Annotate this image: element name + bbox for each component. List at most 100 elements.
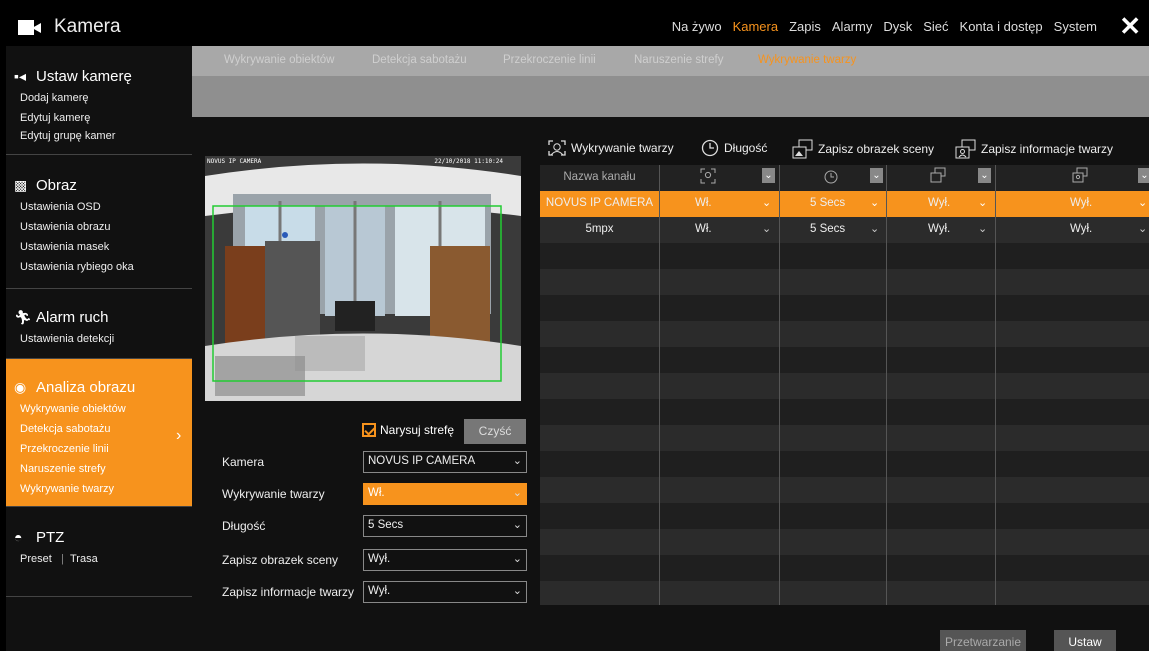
nav-network[interactable]: Sieć — [923, 19, 948, 34]
chevron-down-icon[interactable]: ⌄ — [978, 222, 987, 235]
sidebar-item-detection-settings[interactable]: Ustawienia detekcji — [20, 333, 114, 345]
camera-scene-image — [205, 156, 521, 401]
chevron-down-icon[interactable]: ⌄ — [762, 196, 771, 209]
scene-header-dropdown[interactable]: ⌄ — [978, 168, 991, 183]
chevron-down-icon[interactable]: ⌄ — [1138, 196, 1147, 209]
save-face-label: Zapisz informacje twarzy — [222, 585, 355, 599]
sidebar-item-zone-intrusion[interactable]: Naruszenie strefy — [20, 463, 106, 475]
tab-line-crossing[interactable]: Przekroczenie linii — [503, 54, 596, 66]
sidebar-item-tour[interactable]: Trasa — [70, 553, 98, 565]
empty-row — [540, 555, 1149, 581]
nav-record[interactable]: Zapis — [789, 19, 821, 34]
app-title: Kamera — [54, 16, 121, 37]
clear-button[interactable]: Czyść — [464, 419, 526, 444]
cell-channel: 5mpx — [585, 223, 614, 235]
image-icon: ▩ — [14, 177, 28, 193]
tab-face-detection[interactable]: Wykrywanie twarzy — [758, 54, 856, 66]
sidebar-item-tamper[interactable]: Detekcja sabotażu — [20, 423, 111, 435]
timer-icon — [701, 139, 719, 157]
duration-select[interactable]: 5 Secs ⌄ — [363, 515, 527, 537]
face-detection-table: Nazwa kanału ⌄ ⌄ ⌄ ⌄ NOVUS IP CAMERA Wł.… — [540, 165, 1149, 605]
legend-face: Wykrywanie twarzy — [547, 139, 674, 157]
sidebar-group-title: PTZ — [36, 529, 65, 546]
sub-toolbar — [192, 76, 1149, 117]
sidebar-item-face-detection[interactable]: Wykrywanie twarzy — [20, 483, 114, 495]
column-legend: Wykrywanie twarzy Długość Zapisz obrazek… — [547, 139, 1147, 163]
sidebar-item-edit-camera[interactable]: Edytuj kamerę — [20, 112, 90, 124]
nav-live[interactable]: Na żywo — [672, 19, 722, 34]
duration-header-dropdown[interactable]: ⌄ — [870, 168, 883, 183]
empty-row — [540, 373, 1149, 399]
face-header-dropdown[interactable]: ⌄ — [762, 168, 775, 183]
chevron-down-icon[interactable]: ⌄ — [870, 196, 879, 209]
chevron-down-icon[interactable]: ⌄ — [1138, 222, 1147, 235]
tab-zone-intrusion[interactable]: Naruszenie strefy — [634, 54, 723, 66]
close-icon[interactable]: ✕ — [1119, 13, 1141, 39]
chevron-down-icon: ⌄ — [512, 585, 522, 597]
face-detection-row: Wykrywanie twarzy Wł. ⌄ — [222, 483, 527, 505]
sidebar-item-osd[interactable]: Ustawienia OSD — [20, 201, 101, 213]
sidebar-item-preset[interactable]: Preset — [20, 553, 52, 565]
sidebar-item-image-settings[interactable]: Ustawienia obrazu — [20, 221, 111, 233]
process-button[interactable]: Przetwarzanie — [940, 630, 1026, 651]
table-row[interactable]: NOVUS IP CAMERA Wł. ⌄ 5 Secs ⌄ Wył. ⌄ Wy… — [540, 191, 1149, 217]
nav-accounts[interactable]: Konta i dostęp — [960, 19, 1043, 34]
sidebar-item-line-crossing[interactable]: Przekroczenie linii — [20, 443, 109, 455]
apply-button[interactable]: Ustaw — [1054, 630, 1116, 651]
cell-scene[interactable]: Wył. — [928, 223, 950, 235]
cell-face[interactable]: Wł. — [695, 223, 712, 235]
save-face-select[interactable]: Wył. ⌄ — [363, 581, 527, 603]
chevron-down-icon[interactable]: ⌄ — [762, 222, 771, 235]
save-face-icon — [955, 139, 976, 159]
sidebar-group-image: ▩ Obraz Ustawienia OSD Ustawienia obrazu … — [6, 155, 192, 289]
faceinfo-header-dropdown[interactable]: ⌄ — [1138, 168, 1149, 183]
nav-disk[interactable]: Dysk — [883, 19, 912, 34]
table-row[interactable]: 5mpx Wł. ⌄ 5 Secs ⌄ Wył. ⌄ Wył. ⌄ — [540, 217, 1149, 243]
cell-face[interactable]: Wł. — [695, 197, 712, 209]
top-navigation: Na żywo Kamera Zapis Alarmy Dysk Sieć Ko… — [661, 19, 1097, 34]
save-scene-row: Zapisz obrazek sceny Wył. ⌄ — [222, 549, 527, 571]
empty-row — [540, 581, 1149, 605]
cell-faceinfo[interactable]: Wył. — [1070, 223, 1092, 235]
sidebar-item-edit-group[interactable]: Edytuj grupę kamer — [20, 130, 115, 142]
legend-scene: Zapisz obrazek sceny — [792, 139, 934, 159]
tab-object-detection[interactable]: Wykrywanie obiektów — [224, 54, 334, 66]
nav-camera[interactable]: Kamera — [733, 19, 779, 34]
nav-alarms[interactable]: Alarmy — [832, 19, 872, 34]
osd-camera-name: NOVUS IP CAMERA — [207, 158, 262, 165]
chevron-down-icon[interactable]: ⌄ — [978, 196, 987, 209]
nav-system[interactable]: System — [1054, 19, 1097, 34]
legend-faceinfo-label: Zapisz informacje twarzy — [981, 142, 1114, 156]
sidebar-item-fisheye[interactable]: Ustawienia rybiego oka — [20, 261, 134, 273]
cell-duration[interactable]: 5 Secs — [810, 197, 845, 209]
sidebar-item-add-camera[interactable]: Dodaj kamerę — [20, 92, 88, 104]
cell-duration[interactable]: 5 Secs — [810, 223, 845, 235]
cell-scene[interactable]: Wył. — [928, 197, 950, 209]
column-divider — [995, 165, 996, 605]
cell-channel: NOVUS IP CAMERA — [545, 197, 654, 209]
camera-select[interactable]: NOVUS IP CAMERA ⌄ — [363, 451, 527, 473]
tab-tamper[interactable]: Detekcja sabotażu — [372, 54, 467, 66]
timer-icon — [823, 169, 839, 188]
cell-faceinfo[interactable]: Wył. — [1070, 197, 1092, 209]
camera-preview[interactable]: NOVUS IP CAMERA 22/10/2018 11:10:24 — [205, 156, 521, 401]
sidebar-item-masks[interactable]: Ustawienia masek — [20, 241, 109, 253]
legend-duration: Długość — [700, 139, 767, 157]
analysis-icon: ◉ — [14, 379, 27, 395]
save-scene-select[interactable]: Wył. ⌄ — [363, 549, 527, 571]
camera-row: Kamera NOVUS IP CAMERA ⌄ — [222, 451, 527, 473]
column-divider — [779, 165, 780, 605]
save-scene-label: Zapisz obrazek sceny — [222, 553, 339, 567]
empty-row — [540, 425, 1149, 451]
camera-icon: ▪◂ — [14, 68, 26, 84]
sidebar-group-title: Analiza obrazu — [36, 379, 136, 396]
face-detection-select[interactable]: Wł. ⌄ — [363, 483, 527, 505]
draw-zone-checkbox[interactable] — [362, 423, 376, 437]
chevron-down-icon[interactable]: ⌄ — [870, 222, 879, 235]
empty-row — [540, 529, 1149, 555]
save-face-select-value: Wył. — [368, 585, 391, 597]
save-face-row: Zapisz informacje twarzy Wył. ⌄ — [222, 581, 527, 603]
header-channel-name: Nazwa kanału — [563, 171, 636, 183]
sidebar-group-ptz: ◓ PTZ Preset | Trasa — [6, 507, 192, 597]
sidebar-item-object-detection[interactable]: Wykrywanie obiektów — [20, 403, 126, 415]
